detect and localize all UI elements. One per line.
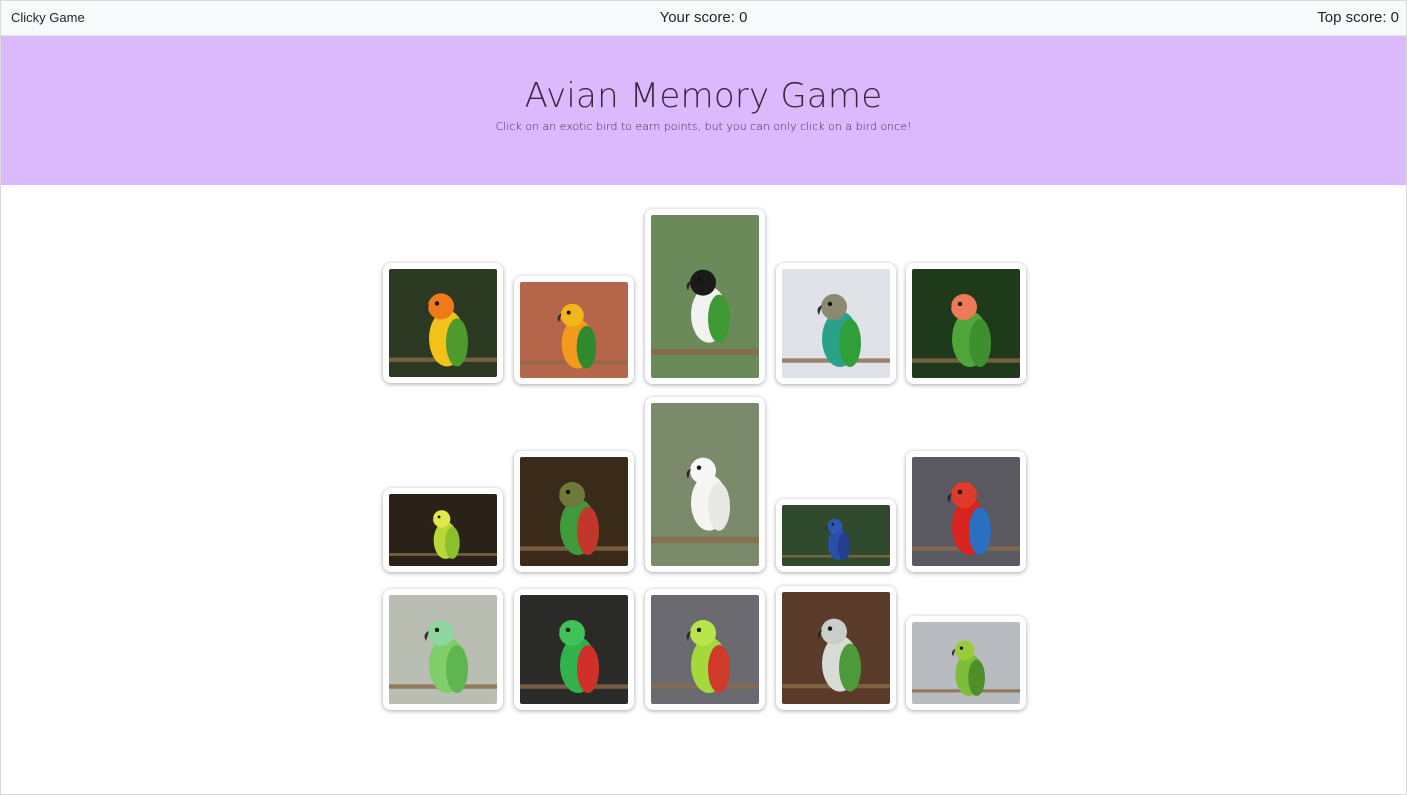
bird-image-quaker-parrot [782,592,890,704]
bird-card-eclectus-parrot[interactable] [514,589,634,710]
bird-card-parrotlet[interactable] [906,616,1026,710]
current-score: Your score: 0 [659,9,748,26]
bird-image-budgerigar [389,494,497,566]
bird-image-alexandrine-parakeet [651,595,759,704]
bird-image-eclectus-parrot [520,595,628,704]
bird-card-jenday-conure[interactable] [514,276,634,384]
bird-image-scarlet-macaw [912,457,1020,566]
bird-image-peach-faced-lovebird [912,269,1020,378]
bird-image-ring-necked-parakeet [389,595,497,704]
bird-card-alexandrine-parakeet[interactable] [645,589,765,710]
bird-card-ring-necked-parakeet[interactable] [383,589,503,710]
bird-card-hyacinth-macaw[interactable] [776,499,896,572]
bird-image-crimson-bellied-conure [520,457,628,566]
bird-card-black-headed-caique[interactable] [645,209,765,384]
bird-card-crimson-bellied-conure[interactable] [514,451,634,572]
bird-image-black-headed-caique [651,215,759,378]
bird-card-sun-conure[interactable] [383,263,503,383]
bird-card-budgerigar[interactable] [383,488,503,572]
bird-image-hyacinth-macaw [782,505,890,566]
bird-image-sun-conure [389,269,497,377]
bird-card-green-cheeked-conure[interactable] [776,263,896,384]
top-score: Top score: 0 [1317,9,1399,26]
bird-image-sulphur-crested-cockatoo [651,403,759,566]
navbar: Clicky Game Your score: 0 Top score: 0 [1,1,1406,36]
bird-card-scarlet-macaw[interactable] [906,451,1026,572]
header-banner: Avian Memory Game Click on an exotic bir… [1,36,1406,185]
bird-card-quaker-parrot[interactable] [776,586,896,710]
bird-card-peach-faced-lovebird[interactable] [906,263,1026,384]
bird-image-jenday-conure [520,282,628,378]
page-subtitle: Click on an exotic bird to earn points, … [495,120,912,133]
page-title: Avian Memory Game [524,76,883,116]
bird-image-green-cheeked-conure [782,269,890,378]
bird-image-parrotlet [912,622,1020,704]
bird-card-sulphur-crested-cockatoo[interactable] [645,397,765,572]
